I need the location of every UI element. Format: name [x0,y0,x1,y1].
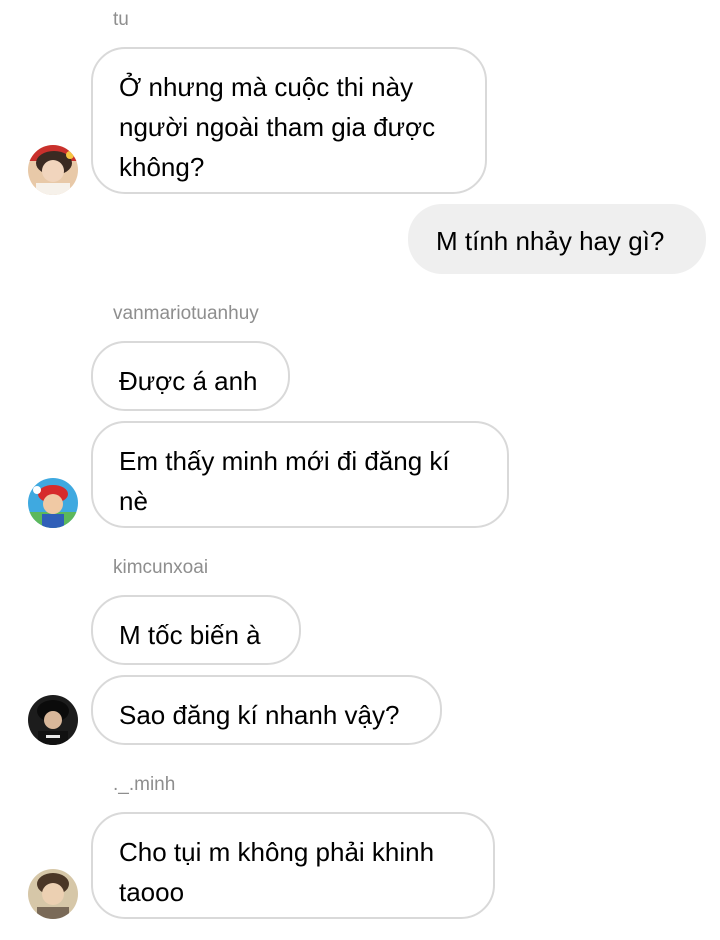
avatar-kimcunxoai[interactable] [28,695,78,745]
outgoing-message-bubble[interactable]: M tính nhảy hay gì? [408,204,706,274]
message-bubble[interactable]: Sao đăng kí nhanh vậy? [91,675,442,745]
avatar-vanmariotuanhuy[interactable] [28,478,78,528]
message-line: Sao đăng kí nhanh vậy? [119,700,400,730]
message-line: nè [119,486,148,516]
message-line: Em thấy minh mới đi đăng kí [119,446,450,476]
message-line: không? [119,152,205,182]
message-bubble[interactable]: Em thấy minh mới đi đăng kí nè [91,421,509,528]
message-bubble[interactable]: Cho tụi m không phải khinh taooo [91,812,495,919]
message-line: Được á anh [119,366,258,396]
message-bubble[interactable]: Được á anh [91,341,290,411]
sender-name-kimcunxoai: kimcunxoai [113,557,209,578]
message-bubble[interactable]: Ở nhưng mà cuộc thi này người ngoài tham… [91,47,487,194]
message-line: Cho tụi m không phải khinh [119,837,435,867]
sender-name-minh: ._.minh [113,774,176,795]
avatar-tu[interactable] [28,145,78,195]
sender-name-vanmariotuanhuy: vanmariotuanhuy [113,303,259,324]
avatar-minh[interactable] [28,869,78,919]
sender-name-tu: tu [113,9,129,30]
message-line: taooo [119,877,185,907]
message-bubble[interactable]: M tốc biến à [91,595,301,665]
message-line: Ở nhưng mà cuộc thi này [119,72,414,102]
message-line: M tốc biến à [119,620,261,650]
message-line: người ngoài tham gia được [119,112,436,142]
